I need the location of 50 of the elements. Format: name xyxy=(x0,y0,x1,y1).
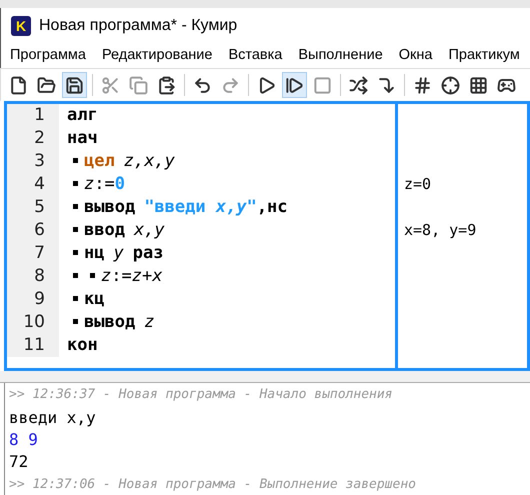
variable: z,x,y xyxy=(124,150,175,173)
menu-item[interactable]: Окна xyxy=(398,45,432,67)
line-number: 2 xyxy=(7,127,59,150)
variable: z xyxy=(84,172,94,196)
window-title: Новая программа* - Кумир xyxy=(39,16,238,36)
operator: := xyxy=(94,172,115,196)
menu-item[interactable]: Выполнение xyxy=(298,45,383,67)
menu-item[interactable]: Редактирование xyxy=(102,45,212,67)
line-number: 6 xyxy=(7,219,59,242)
margin-value: z=0 xyxy=(404,174,432,196)
line-number: 4 xyxy=(7,173,59,196)
literal: " xyxy=(246,196,257,219)
keyword: нач xyxy=(67,126,98,150)
literal: "введи xyxy=(144,196,207,219)
variable: z xyxy=(101,264,112,288)
line-number: 10 xyxy=(7,311,59,334)
menu-item[interactable]: Вставка xyxy=(228,45,282,67)
console-log-line: >> 12:37:06 - Новая программа - Выполнение завершено xyxy=(9,476,417,494)
literal-variable: x,y xyxy=(216,196,247,219)
keyword: нц xyxy=(84,242,104,265)
keyword: раз xyxy=(132,242,164,265)
line-number: 8 xyxy=(7,265,59,288)
line-number: 9 xyxy=(7,288,59,311)
console-output-line: введи x,y xyxy=(9,407,96,429)
variable: x,y xyxy=(134,218,165,242)
line-number: 3 xyxy=(7,150,59,173)
type-keyword: цел xyxy=(84,150,115,173)
keyword: кон xyxy=(67,334,98,357)
keyword: вывод xyxy=(84,310,136,334)
line-number: 11 xyxy=(7,334,59,357)
console-input-line: 8 9 xyxy=(9,429,38,451)
margin-value: x=8, y=9 xyxy=(404,220,476,242)
keyword: алг xyxy=(67,104,98,127)
line-number: 7 xyxy=(7,242,59,265)
keyword: кц xyxy=(84,288,104,311)
menu-item[interactable]: Программа xyxy=(10,45,86,67)
keyword: вывод xyxy=(84,196,136,219)
variable: z+x xyxy=(132,264,162,288)
app-logo: K xyxy=(11,16,31,36)
literal: 0 xyxy=(114,172,125,196)
line-number: 1 xyxy=(7,104,59,127)
keyword: ,нс xyxy=(256,196,288,219)
line-number: 5 xyxy=(7,196,59,219)
variable: y xyxy=(113,242,124,265)
variable: z xyxy=(144,310,154,334)
console-output-line: 72 xyxy=(9,451,28,473)
console-log-line: >> 12:36:37 - Новая программа - Начало выполнения xyxy=(9,386,394,404)
operator: := xyxy=(111,264,132,288)
menu-item[interactable]: Практикум xyxy=(448,45,520,67)
keyword: ввод xyxy=(84,218,125,242)
